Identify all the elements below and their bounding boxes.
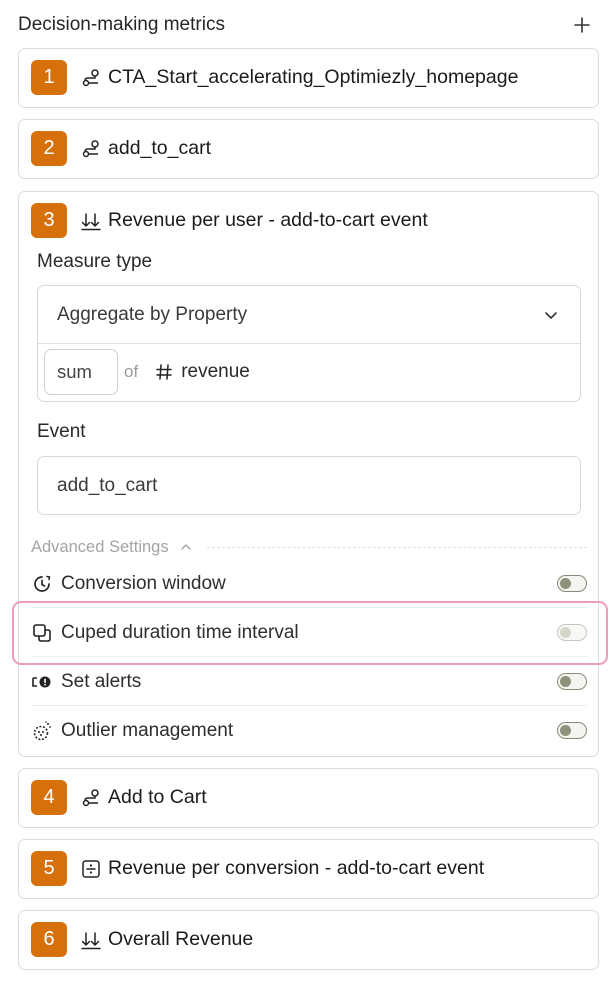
metric-card-4[interactable]: 4 Add to Cart bbox=[18, 768, 599, 828]
advanced-settings-row: Advanced Settings bbox=[31, 535, 587, 559]
chevron-down-icon bbox=[545, 311, 557, 319]
decision-metrics-panel: Decision-making metrics 1 CTA_Start_acce… bbox=[0, 0, 614, 986]
metric-card-header: 6 Overall Revenue bbox=[31, 922, 253, 957]
setting-label: Set alerts bbox=[61, 670, 142, 692]
metric-card-5[interactable]: 5 Revenue per conversion - add-to-cart e… bbox=[18, 839, 599, 899]
measure-type-label: Measure type bbox=[37, 251, 153, 272]
setting-label: Cuped duration time interval bbox=[61, 621, 299, 643]
alert-icon bbox=[31, 671, 53, 693]
conversion-path-icon bbox=[80, 138, 102, 160]
metric-name: Overall Revenue bbox=[108, 928, 254, 950]
metric-index-badge: 3 bbox=[31, 203, 67, 238]
divider bbox=[206, 546, 587, 548]
metric-card-header: 2 add_to_cart bbox=[31, 131, 211, 166]
setting-label: Outlier management bbox=[61, 720, 234, 741]
metric-index-badge: 6 bbox=[31, 922, 67, 957]
cuped-duration-toggle[interactable] bbox=[557, 624, 587, 641]
metric-name: add_to_cart bbox=[108, 137, 211, 159]
sort-descending-icon bbox=[80, 929, 102, 951]
setting-label: Conversion window bbox=[61, 572, 226, 594]
setting-cuped-duration: Cuped duration time interval bbox=[31, 609, 587, 657]
toggle-knob bbox=[560, 626, 571, 638]
toggle-knob bbox=[560, 577, 571, 589]
set-alerts-toggle[interactable] bbox=[557, 673, 587, 690]
metric-index-badge: 2 bbox=[31, 131, 67, 166]
metric-card-header: 1 CTA_Start_accelerating_Optimiezly_home… bbox=[31, 60, 518, 95]
copy-icon bbox=[31, 622, 53, 644]
outlier-icon bbox=[31, 720, 53, 742]
metric-name: Revenue per user - add-to-cart event bbox=[108, 209, 428, 231]
metric-card-header: 4 Add to Cart bbox=[31, 780, 207, 815]
metric-card-3: 3 Revenue per user - add-to-cart event M… bbox=[18, 191, 599, 757]
setting-set-alerts: Set alerts bbox=[31, 658, 587, 706]
panel-header: Decision-making metrics bbox=[18, 10, 594, 40]
conversion-path-icon bbox=[80, 787, 102, 809]
plus-icon bbox=[574, 17, 590, 33]
metric-index-badge: 5 bbox=[31, 851, 67, 886]
aggregation-function-select[interactable]: sum bbox=[44, 349, 118, 395]
measure-type-value: Aggregate by Property bbox=[57, 303, 248, 325]
event-input[interactable]: add_to_cart bbox=[37, 456, 581, 515]
toggle-knob bbox=[560, 675, 571, 687]
metric-card-6[interactable]: 6 Overall Revenue bbox=[18, 910, 599, 970]
chevron-up-icon[interactable] bbox=[179, 540, 193, 554]
setting-conversion-window: Conversion window bbox=[31, 560, 587, 608]
metric-index-badge: 4 bbox=[31, 780, 67, 815]
metric-card-1[interactable]: 1 CTA_Start_accelerating_Optimiezly_home… bbox=[18, 48, 599, 108]
setting-outlier-management: Outlier management bbox=[31, 707, 587, 755]
metric-name: Revenue per conversion - add-to-cart eve… bbox=[108, 857, 485, 879]
metric-card-header[interactable]: 3 Revenue per user - add-to-cart event bbox=[31, 203, 428, 238]
conversion-window-toggle[interactable] bbox=[557, 575, 587, 592]
hash-icon bbox=[154, 362, 174, 382]
property-select[interactable]: revenue bbox=[181, 361, 250, 383]
metric-name: CTA_Start_accelerating_Optimiezly_homepa… bbox=[108, 66, 519, 88]
conversion-path-icon bbox=[80, 67, 102, 89]
of-label: of bbox=[124, 362, 139, 381]
measure-type-box: Aggregate by Property sum of revenue bbox=[37, 285, 581, 402]
sort-descending-icon bbox=[80, 210, 102, 232]
metric-index-badge: 1 bbox=[31, 60, 67, 95]
metric-card-header: 5 Revenue per conversion - add-to-cart e… bbox=[31, 851, 484, 886]
measure-type-select[interactable]: Aggregate by Property bbox=[38, 286, 580, 344]
toggle-knob bbox=[560, 724, 571, 736]
event-label: Event bbox=[37, 421, 86, 442]
panel-title: Decision-making metrics bbox=[18, 14, 225, 35]
add-metric-button[interactable] bbox=[570, 13, 594, 37]
advanced-settings-toggle[interactable]: Advanced Settings bbox=[31, 538, 169, 557]
divide-square-icon bbox=[80, 858, 102, 880]
aggregation-row: sum of revenue bbox=[44, 349, 250, 395]
metric-name: Add to Cart bbox=[108, 786, 207, 808]
metric-card-2[interactable]: 2 add_to_cart bbox=[18, 119, 599, 179]
outlier-management-toggle[interactable] bbox=[557, 722, 587, 739]
clock-icon bbox=[31, 573, 53, 595]
